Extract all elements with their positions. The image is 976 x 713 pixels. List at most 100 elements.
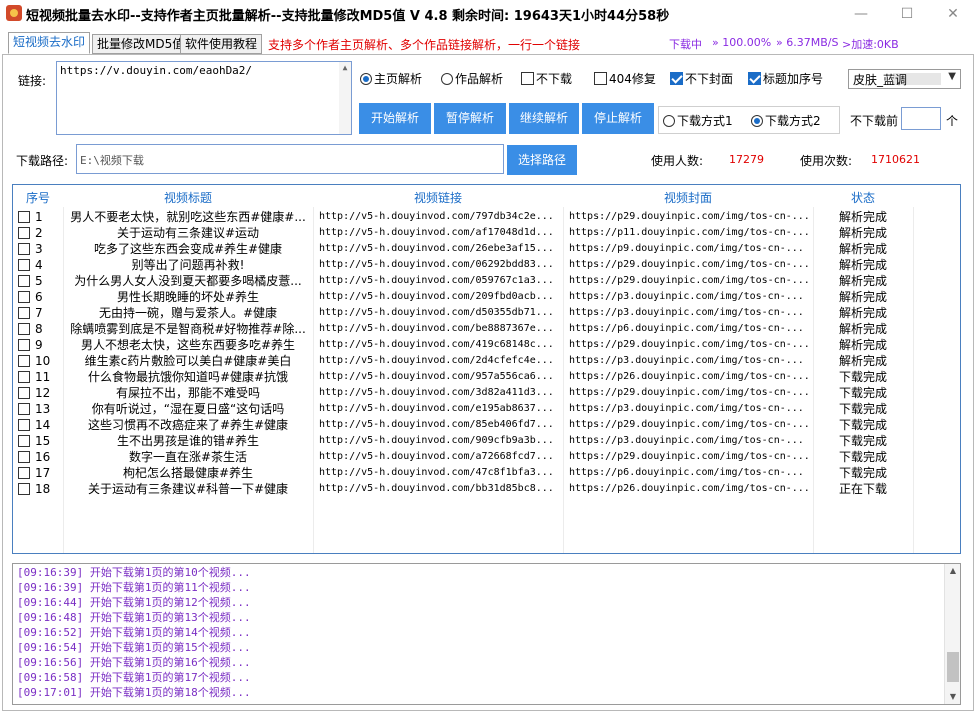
no-download-checkbox[interactable]: 不下载 [521, 70, 572, 88]
row-checkbox[interactable] [18, 227, 30, 239]
log-line: [09:17:01] 开始下载第1页的第18个视频... [17, 686, 251, 699]
row-checkbox[interactable] [18, 323, 30, 335]
log-scrollbar[interactable]: ▲ ▼ [944, 564, 960, 704]
table-row[interactable]: 14 这些习惯再不改癌症来了#养生#健康 http://v5-h.douyinvod… [13, 417, 960, 433]
cell-title: 男人不想老太快，这些东西要多吃#养生 [80, 338, 296, 352]
table-row[interactable]: 17 枸杞怎么搭最健康#养生 http://v5-h.douyinvod.com/4… [13, 465, 960, 481]
cell-link: http://v5-h.douyinvod.com/059767c1a3... [319, 275, 554, 286]
row-checkbox[interactable] [18, 403, 30, 415]
row-checkbox[interactable] [18, 275, 30, 287]
fix-404-checkbox[interactable]: 404修复 [594, 70, 656, 88]
table-row[interactable]: 5 为什么男人女人没到夏天都要多喝橘皮薏... http://v5-h.douyin… [13, 273, 960, 289]
table-row[interactable]: 9 男人不想老太快，这些东西要多吃#养生 http://v5-h.douyinvod… [13, 337, 960, 353]
row-checkbox[interactable] [18, 291, 30, 303]
tab-batch-md5[interactable]: 批量修改MD5值 [92, 34, 190, 54]
cell-status: 解析完成 [838, 210, 887, 224]
table-row[interactable]: 8 除螨喷雾到底是不是智商税#好物推荐#除... http://v5-h.douyi… [13, 321, 960, 337]
log-line: [09:16:54] 开始下载第1页的第15个视频... [17, 641, 251, 654]
row-checkbox[interactable] [18, 483, 30, 495]
table-row[interactable]: 4 别等出了问题再补救! http://v5-h.douyinvod.com/062… [13, 257, 960, 273]
start-parse-button[interactable]: 开始解析 [359, 103, 431, 134]
table-row[interactable]: 1 男人不要老太快，就别吃这些东西#健康#... http://v5-h.douyi… [13, 209, 960, 225]
tab-hint-text: 支持多个作者主页解析、多个作品链接解析，一行一个链接 [268, 38, 581, 52]
checkbox-checked-icon [670, 72, 683, 85]
homepage-parse-radio[interactable]: 主页解析 [360, 70, 422, 88]
table-row[interactable]: 11 什么食物最抗饿你知道吗#健康#抗饿 http://v5-h.douyinvod… [13, 369, 960, 385]
cell-index: 6 [35, 290, 43, 304]
row-checkbox[interactable] [18, 259, 30, 271]
pause-parse-button[interactable]: 暂停解析 [434, 103, 506, 134]
scroll-down-icon[interactable]: ▼ [945, 690, 960, 704]
row-checkbox[interactable] [18, 467, 30, 479]
cell-link: http://v5-h.douyinvod.com/06292bdd83... [319, 259, 554, 270]
title-index-checkbox[interactable]: 标题加序号 [748, 70, 823, 88]
table-row[interactable]: 12 有屎拉不出，那能不难受吗 http://v5-h.douyinvod.com/… [13, 385, 960, 401]
column-header-cover[interactable]: 视频封面 [563, 189, 813, 206]
row-checkbox[interactable] [18, 339, 30, 351]
scroll-up-icon[interactable]: ▲ [945, 564, 960, 578]
minimize-button[interactable]: — [838, 0, 884, 28]
cell-link: http://v5-h.douyinvod.com/797db34c2e... [319, 211, 554, 222]
maximize-button[interactable]: ☐ [884, 0, 930, 28]
tab-remove-watermark[interactable]: 短视频去水印 [8, 32, 91, 54]
row-checkbox[interactable] [18, 307, 30, 319]
row-checkbox[interactable] [18, 243, 30, 255]
cell-cover: https://p29.douyinpic.com/img/tos-cn-... [569, 275, 809, 286]
table-row[interactable]: 3 吃多了这些东西会变成#养生#健康 http://v5-h.douyinvod.c… [13, 241, 960, 257]
cell-cover: https://p6.douyinpic.com/img/tos-cn-... [569, 323, 804, 334]
radio-icon [360, 73, 372, 85]
table-row[interactable]: 10 维生素c药片敷脸可以美白#健康#美白 http://v5-h.douyinvo… [13, 353, 960, 369]
cell-status: 解析完成 [838, 274, 887, 288]
table-row[interactable]: 16 数字一直在涨#茶生活 http://v5-h.douyinvod.com/a7… [13, 449, 960, 465]
homepage-parse-label: 主页解析 [374, 72, 423, 86]
row-checkbox[interactable] [18, 419, 30, 431]
fix-404-label: 404修复 [609, 72, 656, 86]
work-parse-radio[interactable]: 作品解析 [441, 70, 503, 88]
table-row[interactable]: 15 生不出男孩是谁的错#养生 http://v5-h.douyinvod.com/… [13, 433, 960, 449]
table-row[interactable]: 13 你有听说过，“湿在夏日盛“这句话吗 http://v5-h.douyinvod… [13, 401, 960, 417]
cell-link: http://v5-h.douyinvod.com/be8887367e... [319, 323, 554, 334]
tab-tutorial[interactable]: 软件使用教程 [180, 34, 263, 54]
row-checkbox[interactable] [18, 451, 30, 463]
table-row[interactable]: 2 关于运动有三条建议#运动 http://v5-h.douyinvod.com/a… [13, 225, 960, 241]
radio-icon [751, 115, 763, 127]
download-mode2-radio[interactable]: 下载方式2 [751, 112, 821, 130]
stop-parse-button[interactable]: 停止解析 [582, 103, 654, 134]
skin-select[interactable]: 皮肤_蓝调 ▼ [848, 69, 961, 89]
cell-cover: https://p3.douyinpic.com/img/tos-cn-... [569, 435, 804, 446]
cell-link: http://v5-h.douyinvod.com/47c8f1bfa3... [319, 467, 554, 478]
column-header-index[interactable]: 序号 [13, 189, 63, 206]
close-button[interactable]: ✕ [930, 0, 976, 28]
no-cover-checkbox[interactable]: 不下封面 [670, 70, 733, 88]
column-header-status[interactable]: 状态 [813, 189, 913, 206]
choose-path-button[interactable]: 选择路径 [507, 145, 577, 175]
cell-index: 8 [35, 322, 43, 336]
scroll-thumb[interactable] [947, 652, 959, 682]
download-mode1-radio[interactable]: 下载方式1 [663, 112, 733, 130]
scroll-up-icon[interactable]: ▲ [339, 62, 351, 74]
resume-parse-button[interactable]: 继续解析 [509, 103, 579, 134]
row-checkbox[interactable] [18, 355, 30, 367]
column-header-link[interactable]: 视频链接 [313, 189, 563, 206]
column-header-title[interactable]: 视频标题 [63, 189, 313, 206]
radio-icon [663, 115, 675, 127]
cell-link: http://v5-h.douyinvod.com/909cfb9a3b... [319, 435, 554, 446]
table-row[interactable]: 18 关于运动有三条建议#科普一下#健康 http://v5-h.douyinvod… [13, 481, 960, 497]
cell-status: 解析完成 [838, 242, 887, 256]
cell-title: 枸杞怎么搭最健康#养生 [122, 466, 254, 480]
log-line: [09:16:52] 开始下载第1页的第14个视频... [17, 626, 251, 639]
video-table[interactable]: 序号 视频标题 视频链接 视频封面 状态 1 男人不要老太快，就别吃这些东西#健康… [12, 184, 961, 554]
link-input-scrollbar[interactable]: ▲ [339, 62, 351, 134]
cell-status: 解析完成 [838, 354, 887, 368]
row-checkbox[interactable] [18, 387, 30, 399]
row-checkbox[interactable] [18, 435, 30, 447]
table-row[interactable]: 7 无由持一碗，赠与爱茶人。#健康 http://v5-h.douyinvod.co… [13, 305, 960, 321]
row-checkbox[interactable] [18, 211, 30, 223]
row-checkbox[interactable] [18, 371, 30, 383]
table-row[interactable]: 6 男性长期晚睡的坏处#养生 http://v5-h.douyinvod.com/2… [13, 289, 960, 305]
download-path-input[interactable]: E:\视频下载 [76, 144, 504, 174]
link-input[interactable]: https://v.douyin.com/eaohDa2/ ▲ [56, 61, 352, 135]
download-before-input[interactable] [901, 107, 941, 130]
cell-index: 17 [35, 466, 51, 480]
log-panel[interactable]: [09:16:39] 开始下载第1页的第10个视频... [09:16:39] 开… [12, 563, 961, 705]
